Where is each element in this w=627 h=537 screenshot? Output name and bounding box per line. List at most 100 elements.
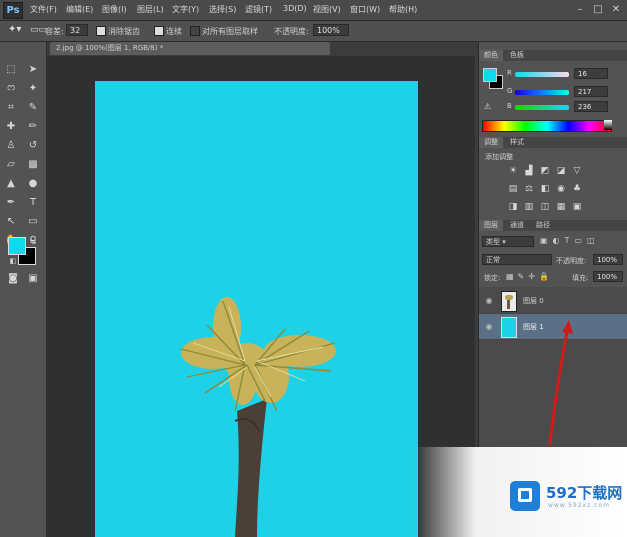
menu-layer[interactable]: 图层(L) — [137, 4, 164, 15]
tolerance-label: 容差: — [45, 27, 64, 36]
selective-color-icon[interactable]: ▣ — [572, 202, 582, 212]
b-value-field[interactable]: 236 — [574, 101, 608, 112]
menu-filter[interactable]: 滤镜(T) — [245, 4, 272, 15]
curves-icon[interactable]: ◩ — [540, 166, 550, 176]
rectangle-tool-icon[interactable]: ▭ — [26, 214, 40, 228]
filter-kind-label: 类型 — [486, 238, 500, 246]
maximize-icon[interactable]: □ — [590, 3, 606, 16]
color-spectrum-bar[interactable] — [482, 120, 612, 132]
layer-opacity-field[interactable]: 100% — [593, 254, 623, 265]
default-colors-icon[interactable]: ◧ — [6, 254, 20, 268]
sample-all-layers-label: 对所有图层取样 — [202, 27, 258, 36]
screen-mode-icon[interactable]: ▣ — [26, 271, 40, 285]
menu-edit[interactable]: 编辑(E) — [66, 4, 93, 15]
lock-label: 锁定: — [484, 274, 501, 282]
photoshop-logo: Ps — [3, 2, 23, 19]
opacity-input[interactable]: 100% — [313, 24, 349, 36]
minimize-icon[interactable]: – — [572, 3, 588, 16]
watermark-url: www.592xz.com — [548, 502, 610, 509]
tab-color[interactable]: 颜色 — [479, 50, 503, 61]
sample-all-layers-checkbox[interactable] — [190, 26, 200, 36]
lock-icons[interactable]: ▦✎✛🔒 — [506, 272, 553, 281]
photo-filter-icon[interactable]: ◉ — [556, 184, 566, 194]
invert-icon[interactable]: ◨ — [508, 202, 518, 212]
history-brush-tool-icon[interactable]: ↺ — [26, 138, 40, 152]
menu-view[interactable]: 视图(V) — [313, 4, 341, 15]
r-slider[interactable] — [515, 72, 569, 77]
vibrance-icon[interactable]: ▽ — [572, 166, 582, 176]
brightness-contrast-icon[interactable]: ☀ — [508, 166, 518, 176]
eraser-tool-icon[interactable]: ▱ — [4, 157, 18, 171]
lasso-tool-icon[interactable]: ᦂ — [4, 81, 18, 95]
blend-mode-select[interactable]: 正常 — [482, 254, 552, 265]
color-balance-icon[interactable]: ⚖ — [524, 184, 534, 194]
gradient-tool-icon[interactable]: ▩ — [26, 157, 40, 171]
r-value-field[interactable]: 16 — [574, 68, 608, 79]
close-icon[interactable]: ✕ — [608, 3, 624, 16]
menu-image[interactable]: 图像(I) — [102, 4, 127, 15]
g-slider[interactable] — [515, 90, 569, 95]
quick-mask-icon[interactable]: ◙ — [6, 271, 20, 285]
threshold-icon[interactable]: ◫ — [540, 202, 550, 212]
dodge-tool-icon[interactable]: ● — [26, 176, 40, 190]
tab-layers[interactable]: 图层 — [479, 220, 503, 231]
panel-foreground-swatch[interactable] — [483, 68, 497, 82]
tab-channels[interactable]: 通道 — [505, 220, 529, 231]
menu-type[interactable]: 文字(Y) — [172, 4, 199, 15]
channel-mixer-icon[interactable]: ♣ — [572, 184, 582, 194]
type-tool-icon[interactable]: T — [26, 195, 40, 209]
gradient-map-icon[interactable]: ▦ — [556, 202, 566, 212]
black-white-ramp[interactable] — [604, 120, 612, 130]
layer-opacity-label: 不透明度: — [556, 257, 587, 265]
visibility-eye-icon[interactable]: ◉ — [484, 296, 494, 306]
menu-file[interactable]: 文件(F) — [30, 4, 57, 15]
palm-tree-image — [180, 297, 336, 537]
tab-adjustments[interactable]: 调整 — [479, 137, 503, 148]
blend-mode-value: 正常 — [486, 256, 500, 264]
watermark-brand: 592下载网 — [546, 484, 623, 502]
black-white-icon[interactable]: ◧ — [540, 184, 550, 194]
visibility-eye-icon[interactable]: ◉ — [484, 322, 494, 332]
document-tab[interactable]: 2.jpg @ 100%(图层 1, RGB/8) * — [50, 42, 330, 55]
opacity-label: 不透明度: — [274, 27, 309, 36]
clone-stamp-tool-icon[interactable]: ♙ — [4, 138, 18, 152]
path-selection-tool-icon[interactable]: ↖ — [4, 214, 18, 228]
blur-tool-icon[interactable]: ▲ — [4, 176, 18, 190]
swap-colors-icon[interactable]: ⇆ — [26, 234, 40, 248]
magic-wand-tool-preset-icon[interactable]: ✦▾ — [8, 24, 21, 35]
tolerance-input[interactable]: 32 — [66, 24, 88, 36]
g-value-field[interactable]: 217 — [574, 86, 608, 97]
antialias-checkbox[interactable] — [96, 26, 106, 36]
magic-wand-tool-icon[interactable]: ✦ — [26, 81, 40, 95]
tab-swatches[interactable]: 色板 — [505, 50, 529, 61]
crop-tool-icon[interactable]: ⌗ — [4, 100, 18, 114]
menu-window[interactable]: 窗口(W) — [350, 4, 380, 15]
layer-filter-kind-select[interactable]: 类型 ▾ — [482, 236, 534, 247]
menu-select[interactable]: 选择(S) — [209, 4, 236, 15]
contiguous-checkbox[interactable] — [154, 26, 164, 36]
hue-saturation-icon[interactable]: ▤ — [508, 184, 518, 194]
document-canvas[interactable] — [95, 81, 418, 537]
layer-0-thumbnail — [501, 291, 517, 312]
brush-tool-icon[interactable]: ✏ — [26, 119, 40, 133]
layer-0-name[interactable]: 图层 0 — [523, 296, 544, 306]
layer-filter-icons[interactable]: ▣◐T▭◫ — [540, 236, 600, 245]
fill-field[interactable]: 100% — [593, 271, 623, 282]
menu-3d[interactable]: 3D(D) — [283, 4, 307, 13]
tab-styles[interactable]: 样式 — [505, 137, 529, 148]
gamut-warning-icon: ⚠ — [484, 102, 492, 111]
tab-paths[interactable]: 路径 — [531, 220, 555, 231]
exposure-icon[interactable]: ◪ — [556, 166, 566, 176]
b-slider[interactable] — [515, 105, 569, 110]
annotation-arrow — [548, 320, 573, 446]
eyedropper-tool-icon[interactable]: ✎ — [26, 100, 40, 114]
layer-row-0[interactable]: ◉ 图层 0 — [479, 288, 627, 314]
foreground-color-swatch[interactable] — [8, 237, 26, 255]
posterize-icon[interactable]: ▥ — [524, 202, 534, 212]
marquee-tool-icon[interactable]: ⬚ — [4, 62, 18, 76]
levels-icon[interactable]: ▟ — [524, 166, 534, 176]
healing-brush-tool-icon[interactable]: ✚ — [4, 119, 18, 133]
menu-help[interactable]: 帮助(H) — [389, 4, 417, 15]
pen-tool-icon[interactable]: ✒ — [4, 195, 18, 209]
move-tool-icon[interactable]: ➤ — [26, 62, 40, 76]
